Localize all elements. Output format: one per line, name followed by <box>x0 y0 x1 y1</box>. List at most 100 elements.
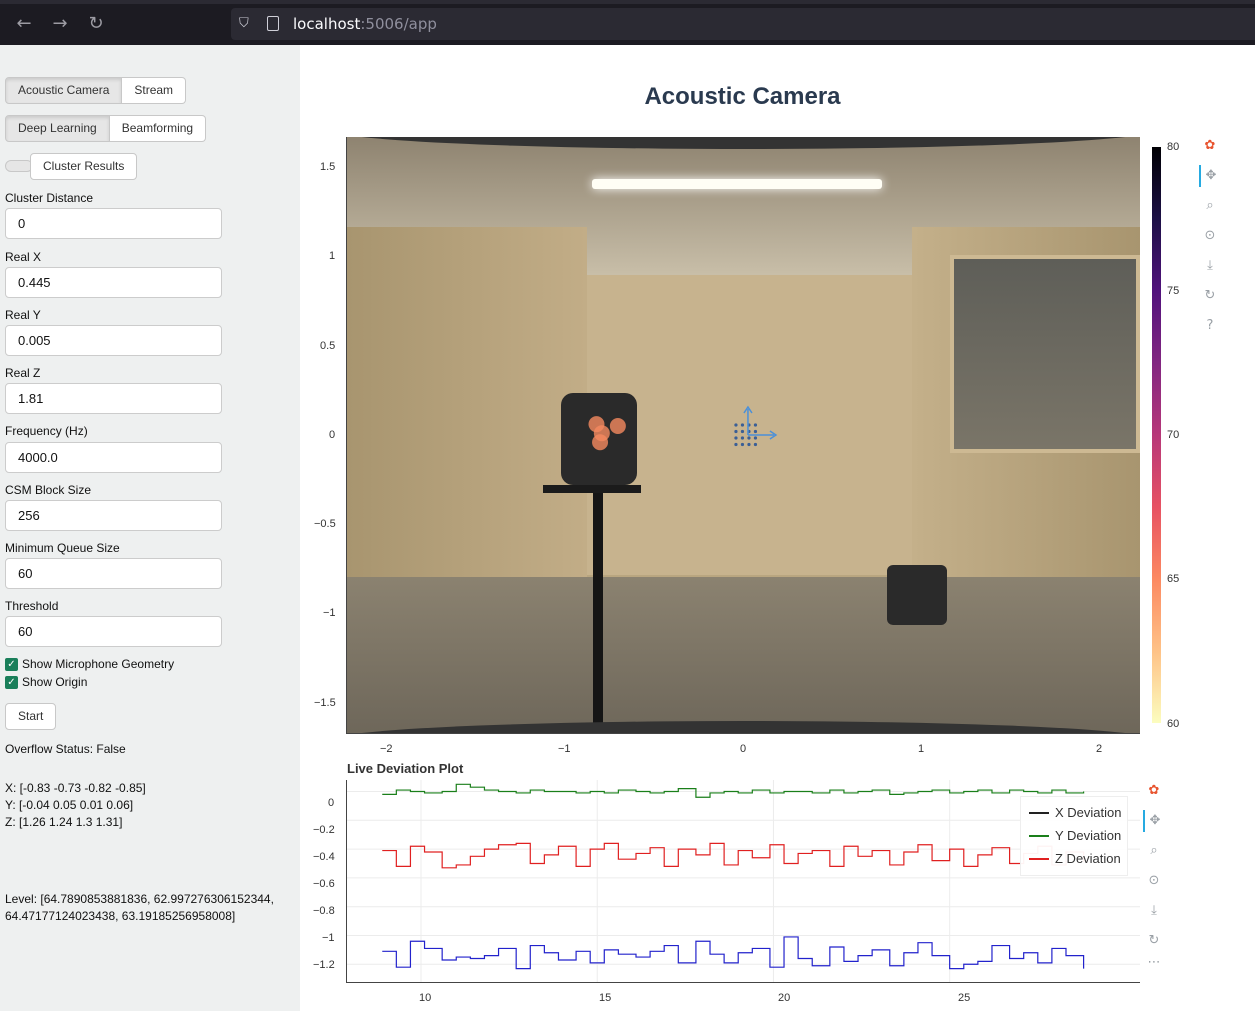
sound-source-point <box>609 417 626 434</box>
colorbar-tick: 80 <box>1167 141 1180 153</box>
url-text[interactable]: localhost:5006/app <box>293 15 437 33</box>
camera-overlay <box>588 405 778 451</box>
shield-icon[interactable]: ⛉ <box>239 15 255 33</box>
forward-arrow-icon[interactable]: → <box>48 12 72 36</box>
pan-icon[interactable]: ✥ <box>1143 810 1165 832</box>
legend-label: Y Deviation <box>1055 828 1122 843</box>
show-origin-checkbox[interactable]: ✓ Show Origin <box>5 675 87 689</box>
start-button[interactable]: Start <box>5 703 57 730</box>
tab-acoustic-camera[interactable]: Acoustic Camera <box>5 77 123 104</box>
real-z-input[interactable]: 1.81 <box>5 383 222 414</box>
minimum-queue-size-label: Minimum Queue Size <box>5 541 120 555</box>
more-icon[interactable]: ⋯ <box>1143 952 1165 974</box>
checkmark-icon[interactable]: ✓ <box>5 675 18 689</box>
mode-tab-group: Acoustic Camera Stream <box>5 77 187 104</box>
save-icon[interactable]: ⤓ <box>1143 900 1165 922</box>
camera-y-tick: 1 <box>329 250 336 262</box>
camera-x-axis <box>346 733 1140 734</box>
deviation-y-tick: −0.2 <box>313 824 335 836</box>
deviation-y-tick: −0.8 <box>313 905 335 917</box>
csm-block-size-input[interactable]: 256 <box>5 500 222 531</box>
microphone-point <box>753 442 758 447</box>
deviation-plot-toolbar: ✿ ✥ ⌕ ⊙ ⤓ ↻ ⋯ <box>1143 780 1165 980</box>
frequency-input[interactable]: 4000.0 <box>5 442 222 473</box>
real-x-label: Real X <box>5 250 42 264</box>
real-y-input[interactable]: 0.005 <box>5 325 222 356</box>
series-line-z-deviation <box>382 842 1085 869</box>
page-title: Acoustic Camera <box>644 83 841 110</box>
bokeh-logo-icon[interactable]: ✿ <box>1143 780 1165 802</box>
camera-x-tick: −1 <box>558 743 571 755</box>
cluster-results-button[interactable]: Cluster Results <box>30 153 138 180</box>
reload-icon[interactable]: ↻ <box>84 12 108 36</box>
deviation-x-tick: 20 <box>778 992 791 1004</box>
camera-y-axis <box>346 137 347 734</box>
deviation-x-tick: 10 <box>419 992 432 1004</box>
wheel-zoom-icon[interactable]: ⊙ <box>1199 225 1221 247</box>
overflow-status: Overflow Status: False <box>5 742 126 756</box>
legend-item-y[interactable]: Y Deviation <box>1029 828 1121 843</box>
csm-block-size-label: CSM Block Size <box>5 483 92 497</box>
microphone-point <box>753 423 758 427</box>
show-mic-geometry-checkbox[interactable]: ✓ Show Microphone Geometry <box>5 657 174 671</box>
real-z-label: Real Z <box>5 366 41 380</box>
help-icon[interactable]: ? <box>1199 315 1221 337</box>
bokeh-logo-icon[interactable]: ✿ <box>1199 135 1221 157</box>
camera-y-tick: 0 <box>329 429 336 441</box>
legend-swatch <box>1029 834 1049 837</box>
pan-icon[interactable]: ✥ <box>1199 165 1221 187</box>
box-zoom-icon[interactable]: ⌕ <box>1199 195 1221 217</box>
colorbar-tick: 75 <box>1167 285 1180 297</box>
tab-stream[interactable]: Stream <box>122 77 187 104</box>
deviation-y-tick: 0 <box>328 797 335 809</box>
deviation-plot-title: Live Deviation Plot <box>347 761 464 776</box>
legend-swatch <box>1029 811 1049 814</box>
back-arrow-icon[interactable]: ← <box>12 12 36 36</box>
deviation-legend[interactable]: X Deviation Y Deviation Z Deviation <box>1020 796 1128 876</box>
level-values-line-2: 64.47177124023438, 63.19185256958008] <box>5 909 236 923</box>
browser-toolbar: ← → ↻ ⛉ localhost:5006/app <box>0 0 1255 45</box>
address-bar[interactable]: ⛉ localhost:5006/app <box>231 8 1255 40</box>
url-port-path: :5006/app <box>360 15 437 33</box>
camera-x-tick: 1 <box>918 743 925 755</box>
legend-item-x[interactable]: X Deviation <box>1029 805 1121 820</box>
legend-swatch <box>1029 857 1049 860</box>
real-y-label: Real Y <box>5 308 41 322</box>
camera-image[interactable] <box>347 137 1140 733</box>
camera-y-tick: 1.5 <box>320 161 336 173</box>
camera-x-tick: 0 <box>740 743 747 755</box>
deviation-x-axis <box>346 982 1140 983</box>
checkmark-icon[interactable]: ✓ <box>5 657 18 671</box>
microphone-point <box>740 423 745 427</box>
camera-x-tick: −2 <box>380 743 393 755</box>
colorbar <box>1152 147 1161 723</box>
minimum-queue-size-input[interactable]: 60 <box>5 558 222 589</box>
reset-icon[interactable]: ↻ <box>1143 930 1165 952</box>
deviation-y-tick: −0.6 <box>313 878 335 890</box>
threshold-input[interactable]: 60 <box>5 616 222 647</box>
cluster-toggle[interactable] <box>5 160 33 172</box>
deviation-y-tick: −1 <box>322 932 335 944</box>
control-sidebar: Acoustic Camera Stream Deep Learning Bea… <box>0 45 300 1011</box>
camera-x-tick: 2 <box>1096 743 1103 755</box>
camera-y-tick: −0.5 <box>314 518 336 530</box>
save-icon[interactable]: ⤓ <box>1199 255 1221 277</box>
microphone-point <box>747 436 751 440</box>
legend-item-z[interactable]: Z Deviation <box>1029 851 1121 866</box>
show-mic-geometry-label: Show Microphone Geometry <box>22 657 175 671</box>
legend-label: X Deviation <box>1055 805 1122 820</box>
box-zoom-icon[interactable]: ⌕ <box>1143 840 1165 862</box>
tab-beamforming[interactable]: Beamforming <box>109 115 207 142</box>
microphone-point <box>747 442 751 447</box>
deviation-y-tick: −0.4 <box>313 851 335 863</box>
series-line-y-deviation <box>382 783 1085 798</box>
tab-deep-learning[interactable]: Deep Learning <box>5 115 110 142</box>
camera-y-tick: −1.5 <box>314 697 336 709</box>
cluster-distance-input[interactable]: 0 <box>5 208 222 239</box>
camera-plot-toolbar: ✿ ✥ ⌕ ⊙ ⤓ ↻ ? <box>1199 135 1221 335</box>
wheel-zoom-icon[interactable]: ⊙ <box>1143 870 1165 892</box>
reset-icon[interactable]: ↻ <box>1199 285 1221 307</box>
real-x-input[interactable]: 0.445 <box>5 267 222 298</box>
legend-label: Z Deviation <box>1055 851 1121 866</box>
camera-y-tick: 0.5 <box>320 340 336 352</box>
